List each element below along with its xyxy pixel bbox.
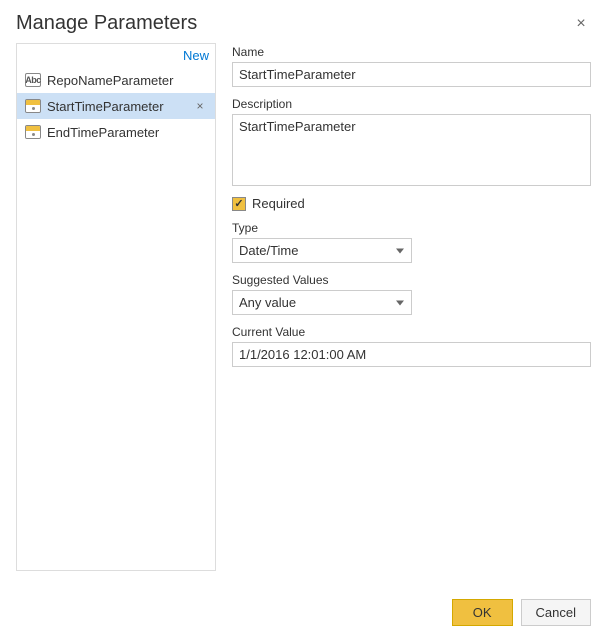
left-panel-header: New xyxy=(17,44,215,67)
param-close-start[interactable]: × xyxy=(193,99,207,113)
param-list: Abc RepoNameParameter StartTimeParameter… xyxy=(17,67,215,570)
param-label-repo: RepoNameParameter xyxy=(47,73,207,88)
type-group: Type Date/Time Text Number Date Time Dur… xyxy=(232,221,591,263)
param-label-end: EndTimeParameter xyxy=(47,125,207,140)
name-label: Name xyxy=(232,45,591,59)
required-checkbox[interactable]: ✓ xyxy=(232,197,246,211)
calendar-icon-start xyxy=(25,98,41,114)
type-select-wrapper: Date/Time Text Number Date Time Duration… xyxy=(232,238,412,263)
current-value-group: Current Value xyxy=(232,325,591,367)
new-link[interactable]: New xyxy=(183,48,209,63)
param-item-repo[interactable]: Abc RepoNameParameter xyxy=(17,67,215,93)
dialog-title: Manage Parameters xyxy=(16,12,197,35)
current-value-label: Current Value xyxy=(232,325,591,339)
description-textarea[interactable]: StartTimeParameter xyxy=(232,114,591,186)
dialog-body: New Abc RepoNameParameter xyxy=(0,43,607,587)
required-label[interactable]: Required xyxy=(252,196,305,211)
suggested-select-wrapper: Any value List of values xyxy=(232,290,412,315)
param-label-start: StartTimeParameter xyxy=(47,99,187,114)
right-panel: Name Description StartTimeParameter ✓ Re… xyxy=(232,43,591,571)
cancel-button[interactable]: Cancel xyxy=(521,599,591,626)
checkmark-icon: ✓ xyxy=(234,197,243,210)
param-item-start[interactable]: StartTimeParameter × xyxy=(17,93,215,119)
left-panel: New Abc RepoNameParameter xyxy=(16,43,216,571)
suggested-label: Suggested Values xyxy=(232,273,591,287)
ok-button[interactable]: OK xyxy=(452,599,513,626)
abc-icon: Abc xyxy=(25,72,41,88)
dialog-footer: OK Cancel xyxy=(0,587,607,638)
required-row: ✓ Required xyxy=(232,196,591,211)
close-button[interactable]: × xyxy=(571,14,591,34)
type-label: Type xyxy=(232,221,591,235)
description-label: Description xyxy=(232,97,591,111)
calendar-icon-end xyxy=(25,124,41,140)
name-input[interactable] xyxy=(232,62,591,87)
name-group: Name xyxy=(232,45,591,87)
type-select[interactable]: Date/Time Text Number Date Time Duration… xyxy=(232,238,412,263)
current-value-input[interactable] xyxy=(232,342,591,367)
titlebar: Manage Parameters × xyxy=(0,0,607,43)
param-item-end[interactable]: EndTimeParameter xyxy=(17,119,215,145)
description-group: Description StartTimeParameter xyxy=(232,97,591,186)
manage-parameters-dialog: Manage Parameters × New Abc RepoNamePara… xyxy=(0,0,607,638)
suggested-select[interactable]: Any value List of values xyxy=(232,290,412,315)
suggested-group: Suggested Values Any value List of value… xyxy=(232,273,591,315)
